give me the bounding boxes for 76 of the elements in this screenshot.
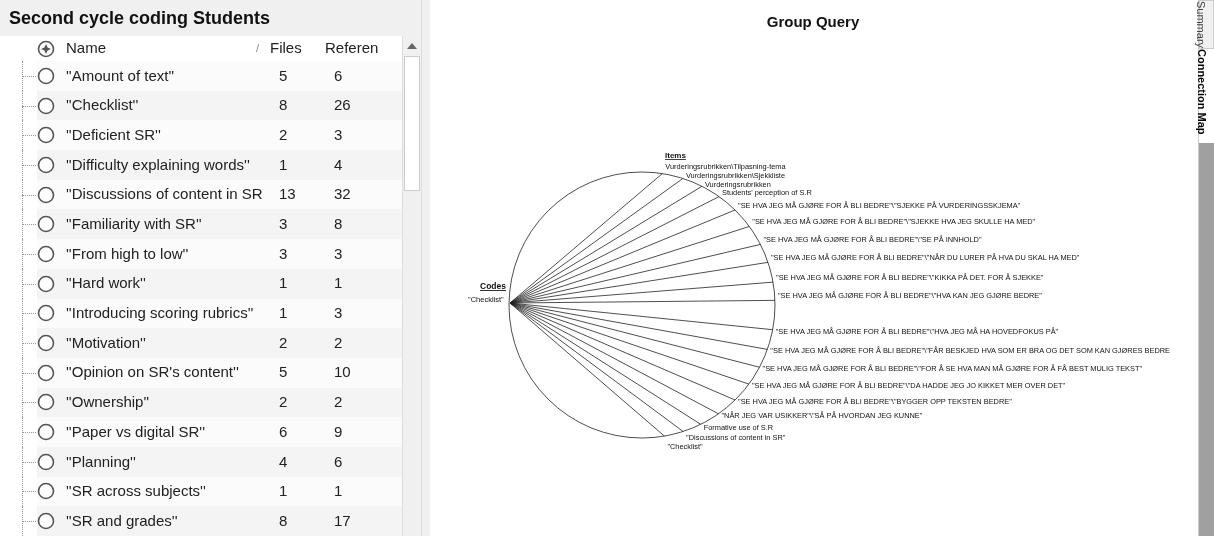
radio-icon[interactable] [37,185,55,204]
node-name[interactable]: ''Ownership'' [66,391,279,414]
references-count: 4 [334,154,343,175]
files-count: 8 [279,95,289,116]
radio-icon[interactable] [37,393,55,412]
files-count: 2 [279,392,289,413]
node-name[interactable]: ''Opinion on SR's content'' [66,361,279,384]
files-count: 4 [279,451,289,472]
column-header[interactable]: Referen [325,37,379,60]
map-title: Group Query [766,13,860,30]
scrollbar-thumb[interactable] [404,56,420,191]
node-name[interactable]: ''Discussions of content in SR [66,183,279,206]
node-name[interactable]: ''Paper vs digital SR'' [66,420,279,444]
files-count: 1 [279,481,289,502]
radio-icon[interactable] [37,244,55,263]
references-count: 3 [334,303,343,324]
items-heading: Items [665,151,686,160]
radio-icon[interactable] [37,423,55,442]
node-name[interactable]: ''Planning'' [66,450,279,474]
node-name[interactable]: ''From high to low'' [66,242,279,266]
references-count: 6 [334,65,343,86]
files-count: 3 [279,214,289,235]
files-count: 1 [279,273,289,294]
scrollbar[interactable] [402,36,421,536]
radio-icon[interactable] [37,215,55,234]
references-count: 3 [334,124,343,145]
radio-icon[interactable] [37,363,55,382]
references-count: 10 [334,362,351,383]
radio-icon[interactable] [37,274,55,293]
radio-icon[interactable] [37,512,55,531]
node-name[interactable]: ''Introducing scoring rubrics'' [66,302,279,325]
files-count: 2 [279,124,289,145]
references-count: 9 [334,421,343,442]
radio-icon[interactable] [37,334,55,353]
radio-icon[interactable] [37,66,55,85]
references-count: 2 [334,332,343,353]
files-count: 5 [279,362,289,383]
sort-indicator: / [256,41,261,57]
node-name[interactable]: ''SR and grades'' [66,509,279,533]
radio-icon[interactable] [37,126,55,145]
files-count: 13 [279,184,297,205]
panel-title: Second cycle coding Students [0,0,421,36]
select-all-icon[interactable] [37,39,55,58]
column-header[interactable]: Name [66,37,256,60]
scroll-up-icon[interactable] [407,43,417,49]
node-name[interactable]: ''Familiarity with SR'' [66,213,279,236]
node-name[interactable]: ''Checklist'' [66,94,279,117]
radio-icon[interactable] [37,304,55,323]
references-count: 32 [334,184,351,205]
radio-icon[interactable] [37,155,55,174]
references-count: 8 [334,214,343,235]
radio-icon[interactable] [37,452,55,471]
node-name[interactable]: ''Difficulty explaining words'' [66,153,279,177]
files-count: 5 [279,65,289,86]
radio-icon[interactable] [37,482,55,501]
references-count: 3 [334,243,343,264]
node-name[interactable]: ''Hard work'' [66,272,279,295]
node-name[interactable]: ''Amount of text'' [66,64,279,88]
files-count: 1 [279,154,289,175]
references-count: 6 [334,451,343,472]
references-count: 17 [334,510,351,531]
column-header[interactable]: Files [270,37,325,60]
node-name[interactable]: ''Deficient SR'' [66,123,279,147]
node-name[interactable]: ''SR across subjects'' [66,480,279,503]
references-count: 1 [334,273,343,294]
node-name[interactable]: ''Motivation'' [66,331,279,355]
files-count: 3 [279,243,289,264]
files-count: 1 [279,303,289,324]
files-count: 6 [279,421,289,442]
codes-heading: Codes [480,281,506,291]
radio-icon[interactable] [37,96,55,115]
files-count: 2 [279,332,289,353]
references-count: 26 [334,95,351,116]
references-count: 2 [334,392,343,413]
files-count: 8 [279,510,289,531]
references-count: 1 [334,481,343,502]
